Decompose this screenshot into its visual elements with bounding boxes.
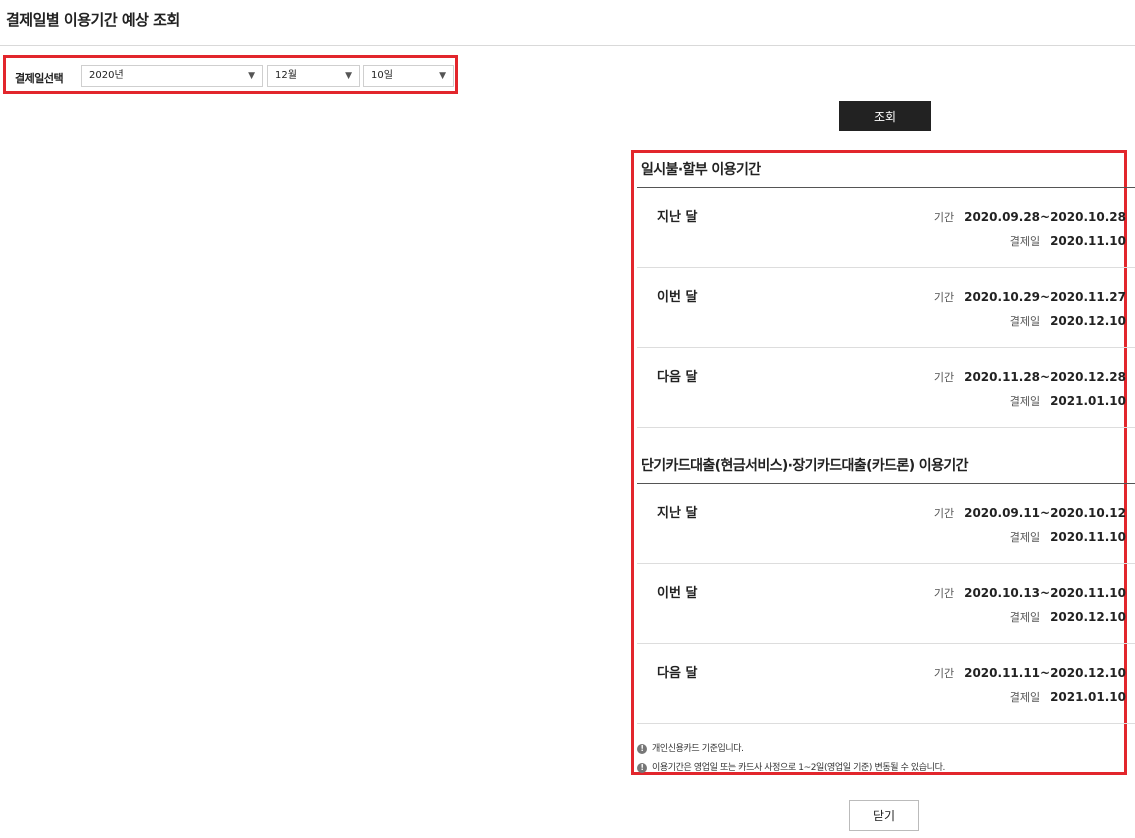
- period-line: 기간 2020.10.29~2020.11.27: [934, 289, 1126, 305]
- pay-date-line: 결제일 2020.12.10: [1010, 313, 1126, 329]
- period-key: 기간: [933, 291, 955, 304]
- section-title: 일시불·할부 이용기간: [641, 162, 761, 178]
- row-label: 지난 달: [657, 506, 698, 521]
- pay-date-line: 결제일 2021.01.10: [1010, 393, 1126, 409]
- payment-date-selector: 결제일선택 2020년 ▼ 12월 ▼ 10일 ▼: [3, 55, 458, 94]
- period-row: 다음 달 기간 2020.11.11~2020.12.10 결제일 2021.01.…: [637, 644, 1135, 724]
- search-button[interactable]: 조회: [839, 101, 931, 131]
- pay-date-line: 결제일 2020.11.10: [1010, 529, 1126, 545]
- period-line: 기간 2020.09.11~2020.10.12: [934, 505, 1126, 521]
- period-key: 기간: [933, 507, 955, 520]
- period-value: 2020.09.28~2020.10.28: [964, 210, 1126, 224]
- pay-date-line: 결제일 2021.01.10: [1010, 689, 1126, 705]
- row-label: 지난 달: [657, 210, 698, 225]
- row-label: 이번 달: [657, 586, 698, 601]
- month-select-value: 12월: [275, 70, 297, 81]
- pay-date-value: 2021.01.10: [1050, 690, 1126, 704]
- period-line: 기간 2020.11.11~2020.12.10: [934, 665, 1126, 681]
- period-row: 다음 달 기간 2020.11.28~2020.12.28 결제일 2021.01.…: [637, 348, 1135, 428]
- period-key: 기간: [933, 587, 955, 600]
- row-label: 다음 달: [657, 370, 698, 385]
- pay-date-line: 결제일 2020.12.10: [1010, 609, 1126, 625]
- note-text: 이용기간은 영업일 또는 카드사 사정으로 1~2일(영업일 기준) 변동될 수…: [652, 763, 945, 773]
- chevron-down-icon: ▼: [248, 71, 255, 81]
- period-line: 기간 2020.10.13~2020.11.10: [934, 585, 1126, 601]
- pay-date-value: 2020.12.10: [1050, 610, 1126, 624]
- page-title: 결제일별 이용기간 예상 조회: [6, 11, 180, 29]
- note-item: ! 이용기간은 영업일 또는 카드사 사정으로 1~2일(영업일 기준) 변동될 …: [637, 760, 945, 773]
- pay-date-key: 결제일: [1009, 531, 1041, 544]
- period-key: 기간: [933, 371, 955, 384]
- pay-date-line: 결제일 2020.11.10: [1010, 233, 1126, 249]
- note-text: 개인신용카드 기준입니다.: [652, 744, 744, 754]
- note-item: ! 개인신용카드 기준입니다.: [637, 741, 744, 754]
- payment-date-label: 결제일선택: [15, 72, 64, 85]
- period-row: 지난 달 기간 2020.09.11~2020.10.12 결제일 2020.11.…: [637, 484, 1135, 564]
- period-row: 이번 달 기간 2020.10.13~2020.11.10 결제일 2020.12.…: [637, 564, 1135, 644]
- row-label: 다음 달: [657, 666, 698, 681]
- section-title: 단기카드대출(현금서비스)·장기카드대출(카드론) 이용기간: [641, 458, 969, 474]
- chevron-down-icon: ▼: [345, 71, 352, 81]
- chevron-down-icon: ▼: [439, 71, 446, 81]
- pay-date-value: 2020.12.10: [1050, 314, 1126, 328]
- result-panel: 일시불·할부 이용기간 지난 달 기간 2020.09.28~2020.10.28…: [631, 150, 1135, 775]
- pay-date-value: 2020.11.10: [1050, 530, 1126, 544]
- year-select-value: 2020년: [89, 70, 124, 81]
- period-value: 2020.11.28~2020.12.28: [964, 370, 1126, 384]
- period-row: 이번 달 기간 2020.10.29~2020.11.27 결제일 2020.12.…: [637, 268, 1135, 348]
- day-select-value: 10일: [371, 70, 393, 81]
- pay-date-key: 결제일: [1009, 611, 1041, 624]
- period-key: 기간: [933, 667, 955, 680]
- pay-date-key: 결제일: [1009, 235, 1041, 248]
- period-value: 2020.10.29~2020.11.27: [964, 290, 1126, 304]
- pay-date-key: 결제일: [1009, 315, 1041, 328]
- close-button[interactable]: 닫기: [849, 800, 919, 831]
- period-value: 2020.10.13~2020.11.10: [964, 586, 1126, 600]
- pay-date-key: 결제일: [1009, 395, 1041, 408]
- pay-date-value: 2021.01.10: [1050, 394, 1126, 408]
- pay-date-value: 2020.11.10: [1050, 234, 1126, 248]
- period-line: 기간 2020.09.28~2020.10.28: [934, 209, 1126, 225]
- pay-date-key: 결제일: [1009, 691, 1041, 704]
- period-row: 지난 달 기간 2020.09.28~2020.10.28 결제일 2020.11.…: [637, 188, 1135, 268]
- row-label: 이번 달: [657, 290, 698, 305]
- year-select[interactable]: 2020년 ▼: [81, 65, 263, 87]
- info-icon: !: [637, 762, 647, 773]
- day-select[interactable]: 10일 ▼: [363, 65, 454, 87]
- title-divider: [0, 45, 1135, 46]
- period-key: 기간: [933, 211, 955, 224]
- info-icon: !: [637, 743, 647, 754]
- period-value: 2020.09.11~2020.10.12: [964, 506, 1126, 520]
- period-value: 2020.11.11~2020.12.10: [964, 666, 1126, 680]
- period-line: 기간 2020.11.28~2020.12.28: [934, 369, 1126, 385]
- month-select[interactable]: 12월 ▼: [267, 65, 360, 87]
